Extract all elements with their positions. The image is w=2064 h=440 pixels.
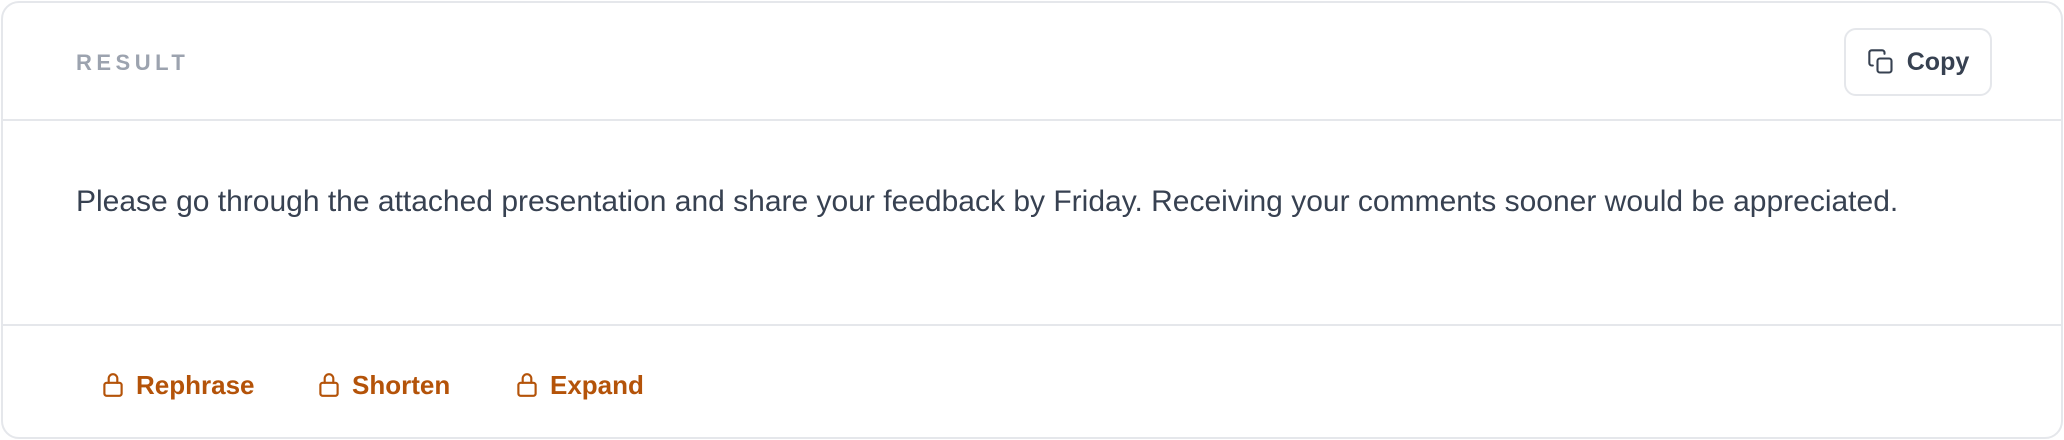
expand-button[interactable]: Expand [514, 367, 644, 403]
copy-button[interactable]: Copy [1844, 28, 1992, 96]
lock-icon [319, 373, 339, 397]
lock-icon [103, 373, 123, 397]
shorten-label: Shorten [352, 370, 451, 400]
action-bar: Rephrase Shorten Expand [3, 328, 2061, 437]
shorten-button[interactable]: Shorten [316, 367, 450, 403]
result-header: RESULT Copy [3, 3, 2061, 121]
copy-button-label: Copy [1906, 48, 1970, 76]
result-body: Please go through the attached presentat… [3, 121, 2061, 326]
result-text: Please go through the attached presentat… [76, 185, 1899, 218]
rephrase-button[interactable]: Rephrase [100, 367, 255, 403]
lock-icon [517, 373, 537, 397]
rephrase-label: Rephrase [136, 370, 255, 400]
result-card: RESULT Copy Please go through the attach… [1, 1, 2063, 439]
copy-icon [1868, 49, 1893, 74]
expand-label: Expand [550, 370, 644, 400]
result-title: RESULT [76, 50, 190, 75]
